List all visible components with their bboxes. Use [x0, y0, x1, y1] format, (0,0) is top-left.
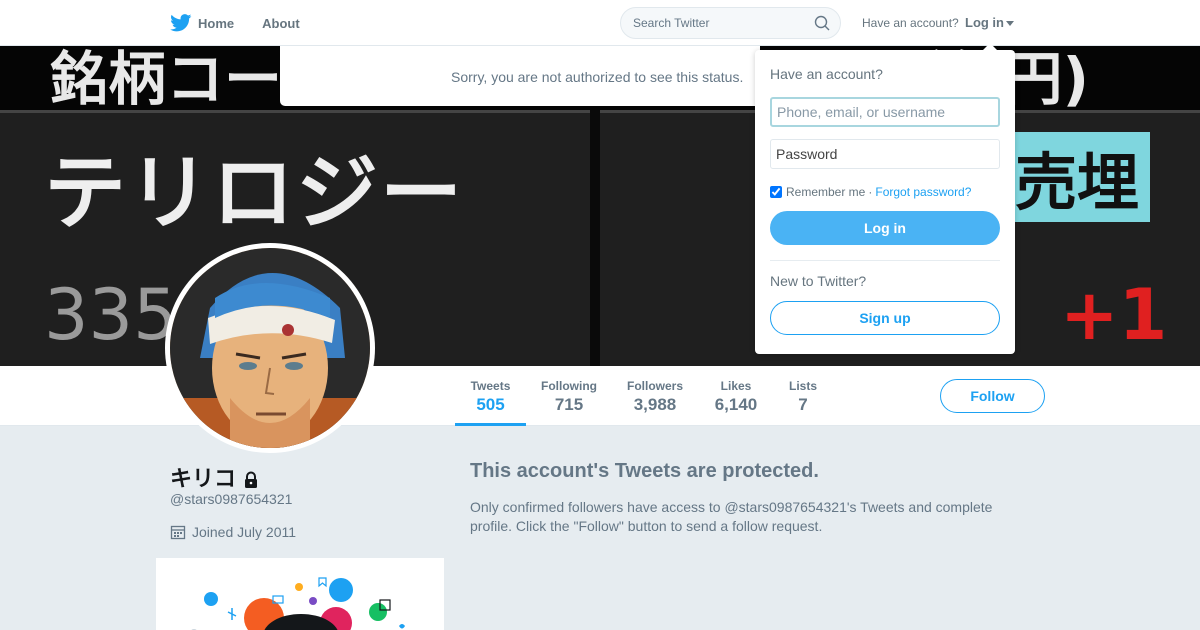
stat-label: Tweets — [470, 379, 511, 393]
stat-label: Likes — [720, 379, 752, 393]
stat-following[interactable]: Following 715 — [536, 366, 602, 426]
remember-row: Remember me · Forgot password? — [770, 185, 1000, 199]
login-dropdown-title: Have an account? — [770, 66, 883, 82]
remember-separator: · — [868, 185, 873, 199]
protected-title: This account's Tweets are protected. — [470, 460, 819, 482]
stat-value: 715 — [554, 395, 584, 414]
stat-tweets[interactable]: Tweets 505 — [455, 366, 526, 426]
password-field[interactable] — [770, 139, 1000, 169]
search-box — [620, 7, 841, 39]
remember-label[interactable]: Remember me — [786, 185, 865, 199]
profile-joined-text: Joined July 2011 — [192, 524, 297, 540]
remember-checkbox[interactable] — [770, 186, 782, 198]
profile-name: キリコ — [170, 461, 260, 493]
new-to-twitter-text: New to Twitter? — [770, 273, 867, 289]
follow-button[interactable]: Follow — [940, 379, 1045, 413]
dropdown-divider — [770, 260, 1000, 261]
login-link-label: Log in — [965, 15, 1004, 30]
stat-lists[interactable]: Lists 7 — [784, 366, 822, 426]
nav-about-link[interactable]: About — [262, 16, 300, 31]
stat-value: 3,988 — [633, 395, 677, 414]
protected-text: Only confirmed followers have access to … — [470, 499, 993, 534]
login-button[interactable]: Log in — [770, 211, 1000, 245]
profile-name-text: キリコ — [170, 467, 237, 492]
have-account-text: Have an account? — [862, 16, 959, 30]
banner-divider-line — [0, 110, 1200, 113]
banner-number-text: 335 — [44, 274, 178, 356]
search-icon[interactable] — [814, 15, 830, 31]
nav-home-link[interactable]: Home — [198, 16, 234, 31]
lock-icon — [245, 471, 258, 488]
top-nav: Home About Have an account? Log in — [0, 0, 1200, 46]
stat-label: Followers — [626, 379, 683, 393]
error-message-box: Sorry, you are not authorized to see thi… — [280, 46, 760, 106]
error-message: Sorry, you are not authorized to see thi… — [451, 69, 744, 85]
login-dropdown: Have an account? Remember me · Forgot pa… — [755, 43, 1015, 354]
username-field[interactable] — [770, 97, 1000, 127]
search-input[interactable] — [621, 8, 801, 38]
signup-promo-image — [156, 558, 444, 630]
stat-value: 7 — [798, 395, 808, 414]
stat-label: Lists — [788, 379, 817, 393]
profile-handle[interactable]: @stars0987654321 — [170, 491, 292, 507]
avatar[interactable] — [165, 243, 375, 453]
profile-joined: Joined July 2011 — [170, 524, 296, 540]
twitter-bird-icon[interactable] — [170, 14, 192, 32]
calendar-icon — [170, 525, 186, 540]
banner-sell-text: 売埋 — [1015, 146, 1140, 219]
stat-value: 6,140 — [714, 395, 758, 414]
stat-value: 505 — [476, 395, 505, 414]
banner-divider-column — [590, 110, 600, 366]
forgot-password-link[interactable]: Forgot password? — [875, 185, 971, 199]
avatar-illustration — [170, 248, 370, 448]
banner-main-text: テリロジー — [44, 146, 465, 241]
avatar-image — [170, 248, 370, 448]
login-dropdown-toggle[interactable]: Log in — [965, 15, 1014, 30]
banner-top-left-text: 銘柄コー — [50, 46, 283, 113]
stat-followers[interactable]: Followers 3,988 — [622, 366, 688, 426]
stat-likes[interactable]: Likes 6,140 — [708, 366, 764, 426]
signup-button[interactable]: Sign up — [770, 301, 1000, 335]
nav-left: Home About — [170, 0, 328, 46]
stat-label: Following — [541, 379, 597, 393]
caret-down-icon — [1006, 21, 1014, 27]
banner-plus-text: +1 — [1060, 274, 1168, 356]
